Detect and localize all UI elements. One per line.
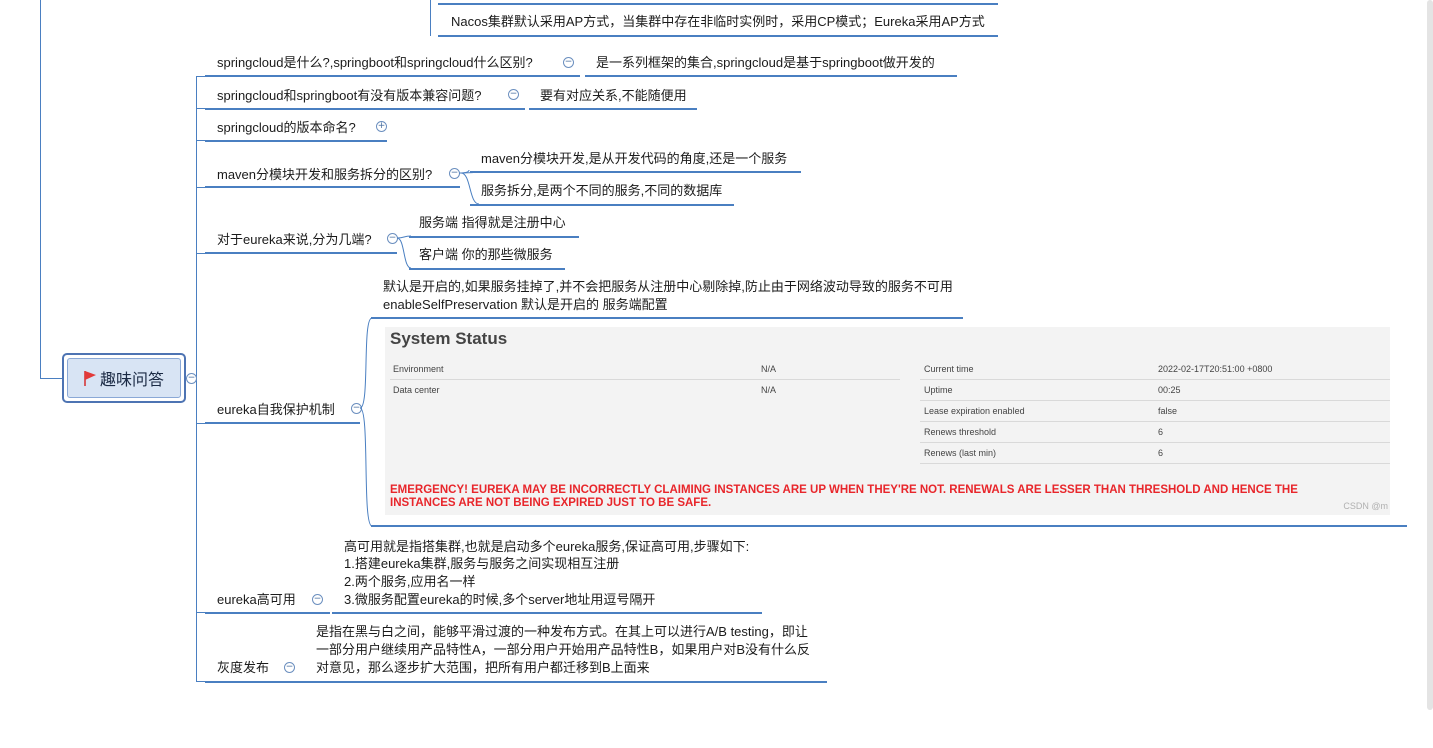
status-row: Current time 2022-02-17T20:51:00 +0800 — [920, 359, 1390, 380]
collapse-toggle-icon[interactable]: − — [508, 89, 519, 100]
collapse-toggle-icon[interactable]: − — [563, 57, 574, 68]
collapse-toggle-icon[interactable]: − — [284, 662, 295, 673]
collapse-toggle-icon[interactable]: − — [186, 373, 197, 384]
status-row: Uptime 00:25 — [920, 380, 1390, 401]
status-key: Data center — [393, 385, 440, 395]
answer-text: 服务端 指得就是注册中心 — [419, 215, 566, 230]
answer-text: enableSelfPreservation 默认是开启的 服务端配置 — [383, 297, 668, 312]
answer-text: 是一系列框架的集合,springcloud是基于springboot做开发的 — [596, 55, 935, 70]
answer-underline — [409, 268, 565, 270]
status-row: Lease expiration enabled false — [920, 401, 1390, 422]
emergency-line: EMERGENCY! EUREKA MAY BE INCORRECTLY CLA… — [390, 484, 1298, 496]
answer-text: 高可用就是指搭集群,也就是启动多个eureka服务,保证高可用,步骤如下: — [344, 539, 750, 554]
status-value: 2022-02-17T20:51:00 +0800 — [1158, 364, 1273, 374]
topic-label[interactable]: eureka自我保护机制 — [217, 401, 335, 419]
topic-underline — [205, 252, 397, 254]
collapse-toggle-icon[interactable]: − — [312, 594, 323, 605]
status-key: Current time — [924, 364, 974, 374]
vertical-scrollbar[interactable] — [1427, 0, 1433, 710]
root-node[interactable]: 趣味问答 — [62, 353, 186, 403]
topic-underline — [205, 186, 460, 188]
answer-underline — [409, 236, 579, 238]
topic-underline — [205, 612, 330, 614]
status-row: Renews threshold 6 — [920, 422, 1390, 443]
topic-underline — [205, 140, 387, 142]
answer-underline — [470, 204, 734, 206]
answer-text: 对意见，那么逐步扩大范围，把所有用户都迁移到B上面来 — [316, 660, 650, 675]
status-row: Data center N/A — [390, 380, 900, 400]
answer-underline — [305, 681, 827, 683]
topic-underline — [205, 75, 580, 77]
answer-connector — [360, 318, 373, 527]
status-title: System Status — [390, 329, 508, 348]
root-label: 趣味问答 — [99, 372, 164, 389]
answer-underline — [371, 525, 1407, 527]
status-value: N/A — [761, 385, 777, 395]
topic-underline — [205, 108, 525, 110]
answer-underline — [529, 108, 697, 110]
emergency-line: INSTANCES ARE NOT BEING EXPIRED JUST TO … — [390, 497, 712, 509]
status-screenshot: System Status Environment N/A Data cente… — [385, 327, 1390, 515]
answer-text: maven分模块开发,是从开发代码的角度,还是一个服务 — [481, 151, 788, 166]
answer-text: 2.两个服务,应用名一样 — [344, 574, 476, 589]
answer-underline — [585, 75, 957, 77]
top-note-underline — [438, 35, 998, 37]
top-branch-line — [430, 0, 431, 36]
root-connector — [40, 0, 41, 378]
answer-text: 客户端 你的那些微服务 — [419, 247, 553, 262]
topic-label[interactable]: springcloud是什么?,springboot和springcloud什么… — [217, 54, 533, 72]
status-key: Uptime — [924, 385, 953, 395]
status-value: false — [1158, 406, 1178, 416]
answer-underline — [371, 317, 963, 319]
topic-label[interactable]: 对于eureka来说,分为几端? — [217, 231, 372, 249]
flag-icon — [84, 370, 96, 386]
status-value: 00:25 — [1158, 385, 1181, 395]
status-key: Environment — [393, 364, 444, 374]
answer-text: 3.微服务配置eureka的时候,多个server地址用逗号隔开 — [344, 592, 656, 607]
topic-underline — [205, 422, 360, 424]
topic-label[interactable]: maven分模块开发和服务拆分的区别? — [217, 166, 432, 184]
root-node-inner: 趣味问答 — [67, 358, 181, 398]
answer-text: 默认是开启的,如果服务挂掉了,并不会把服务从注册中心剔除掉,防止由于网络波动导致… — [383, 279, 953, 294]
status-row: Environment N/A — [390, 359, 900, 380]
topic-label[interactable]: springcloud的版本命名? — [217, 119, 356, 137]
status-key: Renews (last min) — [924, 448, 997, 458]
answer-text: 一部分用户继续用产品特性A，一部分用户开始用产品特性B，如果用户对B没有什么反 — [316, 642, 811, 657]
root-connector — [40, 378, 62, 379]
watermark: CSDN @m — [1343, 501, 1388, 511]
answer-text: 是指在黑与白之间，能够平滑过渡的一种发布方式。在其上可以进行A/B testin… — [316, 624, 808, 639]
status-key: Renews threshold — [924, 427, 997, 437]
status-value: 6 — [1158, 427, 1164, 437]
answer-text: 1.搭建eureka集群,服务与服务之间实现相互注册 — [344, 556, 620, 571]
status-key: Lease expiration enabled — [924, 406, 1025, 416]
status-value: N/A — [761, 364, 777, 374]
expand-toggle-icon[interactable]: + — [376, 121, 387, 132]
status-row: Renews (last min) 6 — [920, 443, 1390, 464]
top-branch-underline — [438, 3, 998, 5]
answer-text: 要有对应关系,不能随便用 — [540, 88, 687, 103]
answer-text: 服务拆分,是两个不同的服务,不同的数据库 — [481, 183, 723, 198]
topic-underline — [205, 681, 305, 683]
topic-label[interactable]: springcloud和springboot有没有版本兼容问题? — [217, 87, 481, 105]
answer-underline — [332, 612, 762, 614]
topic-label[interactable]: 灰度发布 — [217, 659, 269, 677]
top-note: Nacos集群默认采用AP方式，当集群中存在非临时实例时，采用CP模式；Eure… — [451, 14, 985, 29]
topic-label[interactable]: eureka高可用 — [217, 591, 296, 609]
emergency-warning: EMERGENCY! EUREKA MAY BE INCORRECTLY CLA… — [390, 484, 1298, 510]
answer-underline — [470, 171, 801, 173]
status-value: 6 — [1158, 448, 1164, 458]
